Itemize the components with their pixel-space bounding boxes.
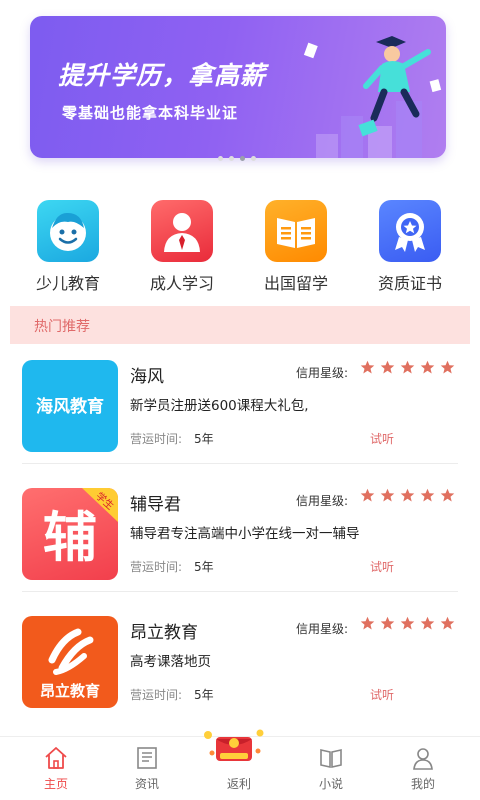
category-grid: 少儿教育 成人学习 出国留学 资质证书: [0, 200, 480, 293]
smiley-face-icon: [37, 200, 99, 262]
haifeng-logo: 海风教育: [22, 360, 118, 452]
star-icon: [360, 488, 375, 502]
open-book-icon: [265, 200, 327, 262]
star-rating: [360, 488, 455, 503]
tab-label: 主页: [43, 777, 68, 791]
tab-label: 资讯: [134, 777, 159, 791]
haifeng-logo-graphic: 海风教育: [36, 396, 104, 417]
logo-text: 辅: [43, 506, 97, 569]
logo-text: 昂立教育: [40, 682, 100, 700]
listing-card[interactable]: 海风教育 海风 信用星级: 新学员注册送600课程大礼包, 营运时间: 5年 试听: [10, 346, 470, 464]
tab-news[interactable]: 资讯: [112, 745, 182, 792]
fudaojun-logo-graphic: 学生 辅: [43, 488, 118, 569]
tab-label: 小说: [318, 777, 343, 791]
carousel-dot[interactable]: [218, 156, 223, 161]
section-header-hot-recommend: 热门推荐: [10, 306, 470, 344]
banner-subtitle: 零基础也能拿本科毕业证: [62, 104, 239, 122]
listing-description: 高考课落地页: [130, 654, 211, 670]
star-icon: [420, 616, 435, 630]
trial-button[interactable]: 试听: [370, 430, 394, 447]
category-study-abroad[interactable]: 出国留学: [241, 200, 351, 294]
operation-label: 营运时间:: [130, 432, 183, 446]
star-icon: [360, 616, 375, 630]
news-icon: [137, 747, 157, 769]
divider: [22, 463, 458, 464]
carousel-dot[interactable]: [251, 156, 256, 161]
category-label: 少儿教育: [35, 274, 100, 293]
listing-name[interactable]: 昂立教育: [130, 618, 198, 643]
tab-label: 返利: [226, 777, 251, 791]
operation-value: 5年: [194, 432, 214, 446]
star-icon: [380, 360, 395, 374]
bottom-tab-bar: 主页 资讯 返利 小说 我的: [0, 729, 480, 800]
operation-label: 营运时间:: [130, 688, 183, 702]
category-label: 成人学习: [149, 274, 214, 293]
user-icon: [413, 748, 433, 770]
listing-card[interactable]: 昂立教育 昂立教育 信用星级: 高考课落地页 营运时间: 5年 试听: [10, 602, 470, 720]
banner-title: 提升学历，拿高薪: [58, 61, 267, 90]
book-icon: [320, 749, 342, 768]
star-icon: [360, 360, 375, 374]
angli-logo-graphic: 昂立教育: [40, 628, 100, 700]
operation-time: 营运时间: 5年: [130, 558, 214, 575]
fudaojun-logo: 学生 辅: [22, 488, 118, 580]
operation-label: 营运时间:: [130, 560, 183, 574]
carousel-indicator[interactable]: [218, 156, 256, 161]
star-icon: [400, 360, 415, 374]
category-label: 出国留学: [263, 274, 328, 293]
divider: [22, 591, 458, 592]
star-icon: [400, 616, 415, 630]
logo-text: 海风教育: [36, 396, 104, 417]
operation-value: 5年: [194, 560, 214, 574]
star-icon: [380, 488, 395, 502]
operation-time: 营运时间: 5年: [130, 686, 214, 703]
banner-decoration-graphic: [303, 36, 442, 158]
section-title: 热门推荐: [34, 319, 90, 335]
tab-me[interactable]: 我的: [388, 745, 458, 792]
trial-button[interactable]: 试听: [370, 558, 394, 575]
home-icon: [45, 747, 67, 769]
listing-name[interactable]: 海风: [130, 362, 164, 387]
operation-value: 5年: [194, 688, 214, 702]
businessman-icon: [151, 200, 213, 262]
star-rating: [360, 616, 455, 631]
gift-red-envelope-icon[interactable]: [200, 725, 268, 765]
carousel-dot-active[interactable]: [240, 156, 245, 161]
award-medal-icon: [379, 200, 441, 262]
rating-label: 信用星级:: [296, 622, 349, 636]
trial-button[interactable]: 试听: [370, 686, 394, 703]
listing-description: 辅导君专注高端中小学在线一对一辅导: [130, 526, 360, 542]
promo-banner[interactable]: 提升学历，拿高薪 零基础也能拿本科毕业证: [30, 16, 446, 158]
star-icon: [440, 616, 455, 630]
rating-label: 信用星级:: [296, 366, 349, 380]
star-icon: [420, 488, 435, 502]
star-icon: [400, 488, 415, 502]
star-rating: [360, 360, 455, 375]
angli-logo: 昂立教育: [22, 616, 118, 708]
tab-novel[interactable]: 小说: [296, 745, 366, 792]
listing-name[interactable]: 辅导君: [130, 490, 181, 515]
star-icon: [420, 360, 435, 374]
category-certificates[interactable]: 资质证书: [355, 200, 465, 294]
rating-label: 信用星级:: [296, 494, 349, 508]
tab-home[interactable]: 主页: [21, 745, 91, 792]
star-icon: [440, 488, 455, 502]
tab-label: 我的: [410, 777, 435, 791]
category-label: 资质证书: [377, 274, 442, 293]
category-kids-education[interactable]: 少儿教育: [13, 200, 123, 294]
listing-card[interactable]: 学生 辅 辅导君 信用星级: 辅导君专注高端中小学在线一对一辅导 营运时间: 5年…: [10, 474, 470, 592]
listing-description: 新学员注册送600课程大礼包,: [130, 398, 309, 414]
operation-time: 营运时间: 5年: [130, 430, 214, 447]
category-adult-learning[interactable]: 成人学习: [127, 200, 237, 294]
star-icon: [440, 360, 455, 374]
star-icon: [380, 616, 395, 630]
carousel-dot[interactable]: [229, 156, 234, 161]
